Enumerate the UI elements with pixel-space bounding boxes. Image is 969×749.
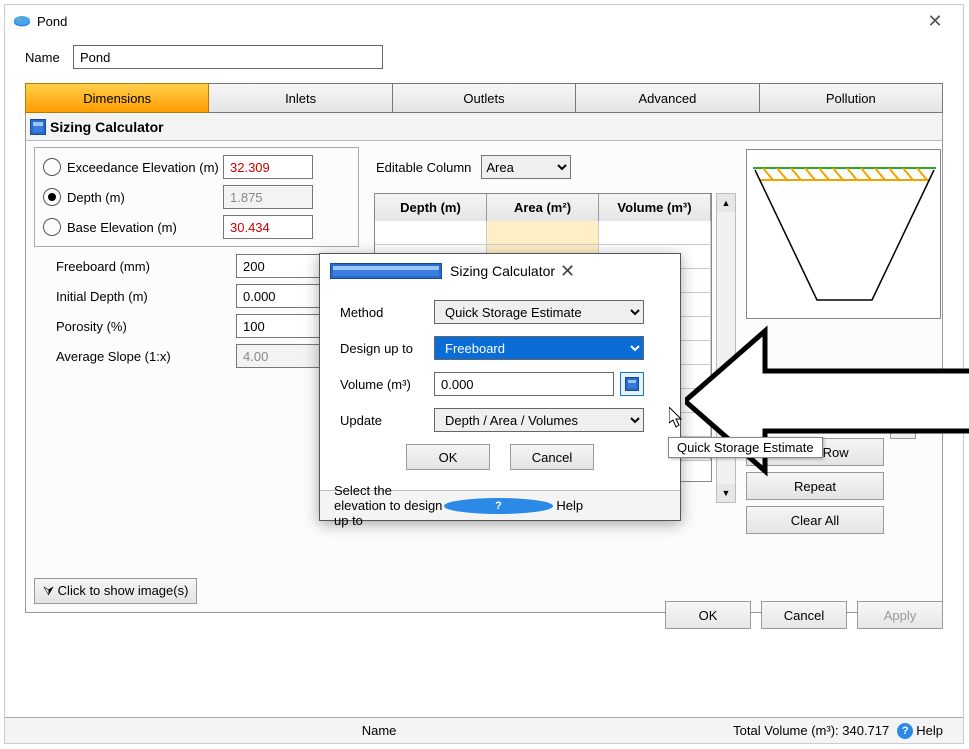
form-area: Exceedance Elevation (m) Depth (m) Base … (34, 147, 359, 371)
chevron-down-icon: ⮛ (43, 583, 58, 598)
porosity-input[interactable] (236, 314, 326, 338)
update-select[interactable]: Depth / Area / Volumes (434, 408, 644, 432)
close-icon[interactable]: ✕ (560, 261, 670, 282)
name-row: Name (5, 37, 963, 83)
scroll-up-icon[interactable]: ▲ (717, 194, 735, 212)
radio-depth[interactable] (43, 188, 61, 206)
statusbar: Name Total Volume (m³): 340.717 ? Help (5, 717, 963, 743)
scroll-down-icon[interactable]: ▼ (717, 484, 735, 502)
update-label: Update (340, 413, 434, 428)
pond-diagram (746, 149, 941, 319)
status-total-volume: Total Volume (m³): 340.717 (733, 723, 889, 738)
tab-dimensions[interactable]: Dimensions (25, 83, 209, 113)
method-label: Method (340, 305, 434, 320)
panel-title: Sizing Calculator (50, 119, 164, 135)
dialog-title: Sizing Calculator (450, 263, 560, 279)
dialog-help[interactable]: Help (556, 498, 666, 513)
name-input[interactable] (73, 45, 383, 69)
porosity-label: Porosity (%) (56, 319, 236, 334)
col-area: Area (m²) (487, 194, 599, 221)
freeboard-input[interactable] (236, 254, 326, 278)
dialog-status-text: Select the elevation to design up to (334, 483, 444, 528)
repeat-button[interactable]: Repeat (746, 472, 884, 500)
initial-depth-input[interactable] (236, 284, 326, 308)
base-label: Base Elevation (m) (67, 220, 177, 235)
ok-button[interactable]: OK (665, 601, 751, 629)
step-input[interactable] (746, 408, 826, 432)
panel-subheader: Sizing Calculator (26, 113, 942, 141)
editable-column-label: Editable Column (376, 160, 471, 175)
clear-all-button[interactable]: Clear All (746, 506, 884, 534)
exceedance-label: Exceedance Elevation (m) (67, 160, 219, 175)
calculator-icon (625, 377, 639, 391)
main-buttons: OK Cancel Apply (665, 601, 943, 629)
volume-input[interactable] (434, 372, 614, 396)
tooltip: Quick Storage Estimate (668, 437, 823, 458)
method-select[interactable]: Quick Storage Estimate (434, 300, 644, 324)
radio-exceedance[interactable] (43, 158, 61, 176)
editable-column-row: Editable Column Area (376, 155, 571, 179)
extra-params: Freeboard (mm) Initial Depth (m) Porosit… (56, 251, 359, 371)
status-help[interactable]: Help (916, 723, 943, 738)
pond-app-icon (13, 14, 31, 28)
help-icon[interactable]: ? (444, 498, 554, 514)
calculator-icon (330, 263, 442, 279)
depth-input (223, 185, 313, 209)
pond-window: Pond ✕ Name Dimensions Inlets Outlets Ad… (4, 4, 964, 744)
tab-outlets[interactable]: Outlets (393, 83, 576, 113)
cancel-button[interactable]: Cancel (761, 601, 847, 629)
slope-label: Average Slope (1:x) (56, 349, 236, 364)
calculator-icon (30, 119, 46, 135)
tab-advanced[interactable]: Advanced (576, 83, 759, 113)
base-input[interactable] (223, 215, 313, 239)
table-side-buttons: Delete Row Repeat Clear All (746, 408, 884, 540)
design-select[interactable]: Freeboard (434, 336, 644, 360)
freeboard-label: Freeboard (mm) (56, 259, 236, 274)
tab-inlets[interactable]: Inlets (209, 83, 392, 113)
close-icon[interactable]: ✕ (915, 11, 955, 32)
slope-input (236, 344, 326, 368)
dialog-statusbar: Select the elevation to design up to ? H… (320, 490, 680, 520)
apply-button[interactable]: Apply (857, 601, 943, 629)
volume-calc-button[interactable] (620, 372, 644, 396)
tab-pollution[interactable]: Pollution (760, 83, 943, 113)
tabs: Dimensions Inlets Outlets Advanced Pollu… (25, 83, 943, 113)
col-depth: Depth (m) (375, 194, 487, 221)
initial-depth-label: Initial Depth (m) (56, 289, 236, 304)
col-volume: Volume (m³) (599, 194, 711, 221)
radio-base[interactable] (43, 218, 61, 236)
dialog-cancel-button[interactable]: Cancel (510, 444, 594, 470)
volume-label: Volume (m³) (340, 377, 434, 392)
help-icon[interactable]: ? (897, 723, 913, 739)
titlebar: Pond ✕ (5, 5, 963, 37)
name-label: Name (25, 50, 73, 65)
show-images-button[interactable]: ⮛ Click to show image(s) (34, 578, 197, 604)
status-name: Name (25, 723, 733, 738)
sizing-calculator-dialog: Sizing Calculator ✕ MethodQuick Storage … (319, 253, 681, 521)
design-label: Design up to (340, 341, 434, 356)
exceedance-input[interactable] (223, 155, 313, 179)
dialog-ok-button[interactable]: OK (406, 444, 490, 470)
left-arrow-button[interactable]: ◀ (890, 413, 916, 439)
depth-label: Depth (m) (67, 190, 125, 205)
window-title: Pond (37, 14, 915, 29)
elevation-radio-group: Exceedance Elevation (m) Depth (m) Base … (34, 147, 359, 247)
editable-column-select[interactable]: Area (481, 155, 571, 179)
